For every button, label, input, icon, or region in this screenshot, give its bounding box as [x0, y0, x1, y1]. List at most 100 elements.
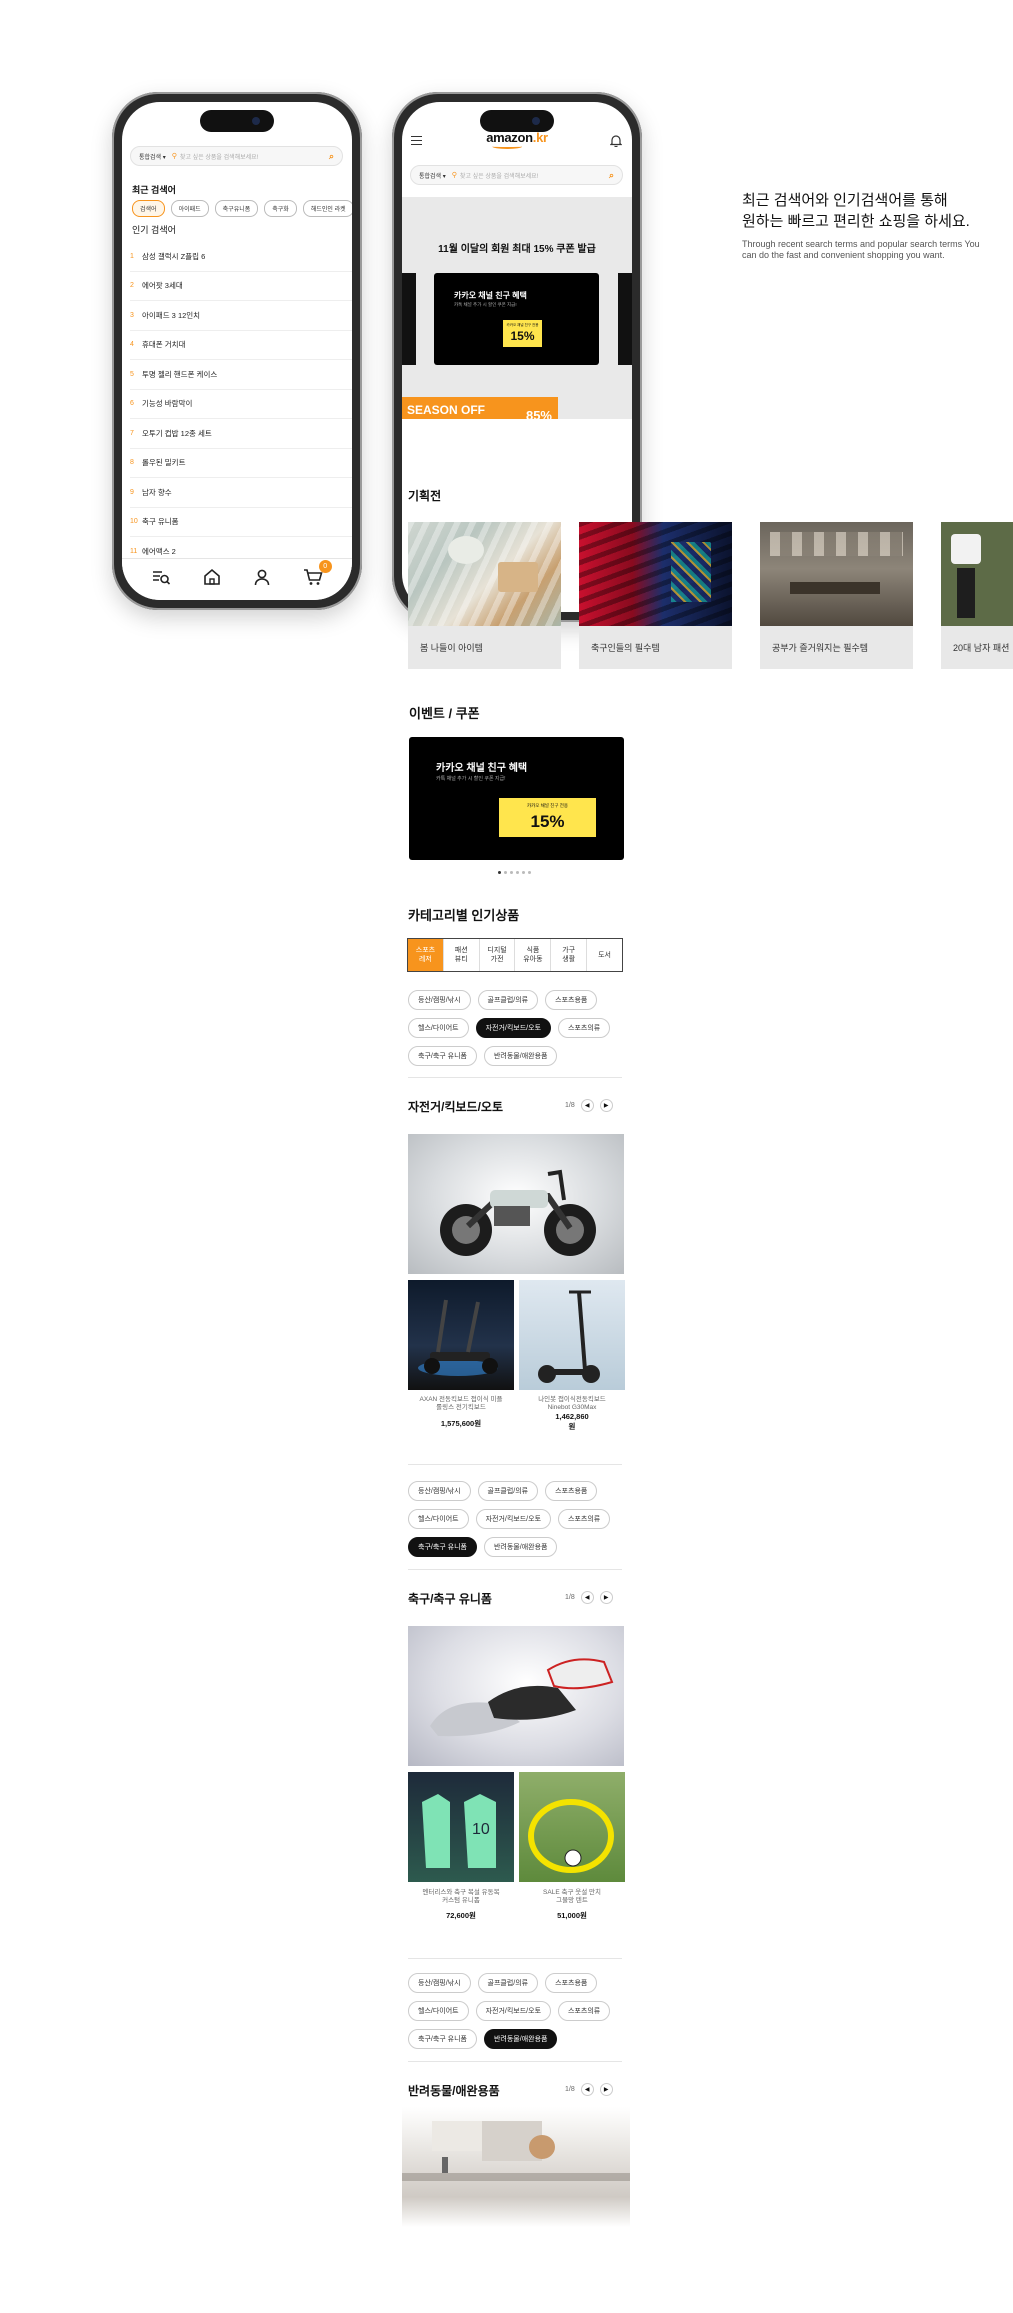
- event-pagination[interactable]: [498, 871, 531, 874]
- list-item[interactable]: 5 투명 젤리 핸드폰 케이스: [130, 360, 352, 390]
- amazon-logo[interactable]: amazon.kr: [486, 130, 548, 149]
- subcategory-tag[interactable]: 스포츠용품: [545, 1973, 598, 1993]
- next-button[interactable]: ▶: [599, 1099, 613, 1112]
- tab-books[interactable]: 도서: [586, 939, 622, 971]
- tab-digital[interactable]: 디지털 가전: [478, 939, 515, 971]
- list-item[interactable]: 6 기능성 바람막이: [130, 390, 352, 419]
- tab-food[interactable]: 식품 유아동: [514, 939, 550, 971]
- subcategory-tag[interactable]: 반려동물/애완용품: [483, 1537, 558, 1557]
- home-icon[interactable]: [201, 566, 223, 588]
- list-item[interactable]: 9 남자 향수: [130, 478, 352, 508]
- recent-chip[interactable]: 해드인인 라켓: [302, 200, 352, 217]
- product-hero-image[interactable]: [408, 1134, 624, 1274]
- event-coupon-card[interactable]: 카카오 채널 친구 혜택 카톡 채널 추가 시 할인 쿠폰 지급! 카카오 채널…: [409, 737, 624, 860]
- product-hero-image[interactable]: [408, 1626, 624, 1766]
- search-scope-select[interactable]: 통합검색 ▾: [139, 152, 166, 161]
- kickboard-image: [418, 1299, 498, 1376]
- product-image[interactable]: [408, 1280, 514, 1390]
- recent-chip[interactable]: 축구유니폼: [214, 200, 259, 217]
- tab-furniture[interactable]: 가구 생활: [550, 939, 586, 971]
- recent-search-title: 최근 검색어: [132, 185, 176, 195]
- search-icon[interactable]: ⌕: [609, 170, 614, 181]
- exhibition-card[interactable]: 20대 남자 패션: [941, 522, 1013, 669]
- recent-chip[interactable]: 검색어: [132, 200, 165, 217]
- exhibition-card[interactable]: 공부가 즐거워지는 필수템: [760, 522, 913, 669]
- subcategory-tag[interactable]: 스포츠용품: [545, 1481, 598, 1501]
- user-icon[interactable]: [251, 566, 273, 588]
- kakao-coupon-card[interactable]: 카카오 채널 친구 혜택 카톡 채널 추가 시 할인 쿠폰 지급! 카카오 채널…: [434, 273, 599, 365]
- next-button[interactable]: ▶: [599, 2083, 613, 2096]
- soccer-cleats-image: [430, 1658, 614, 1737]
- pagination-dot[interactable]: [498, 871, 501, 874]
- tab-sports[interactable]: 스포츠 레저: [408, 939, 443, 971]
- subcategory-tag[interactable]: 반려동물/애완용품: [483, 1046, 558, 1066]
- list-item[interactable]: 2 에어팟 3세대: [130, 272, 352, 301]
- product-hero-image[interactable]: [402, 2107, 630, 2227]
- subcategory-tag[interactable]: 자전거/킥보드/오토: [475, 1018, 552, 1038]
- subcategory-tag[interactable]: 자전거/킥보드/오토: [475, 1509, 552, 1529]
- subcategory-tag[interactable]: 축구/축구 유니폼: [408, 1046, 477, 1066]
- product-price: 1,462,860 원: [555, 1412, 589, 1431]
- subcategory-tag[interactable]: 골프클럽/의류: [477, 1481, 539, 1501]
- subcategory-tag[interactable]: 스포츠의류: [558, 2001, 611, 2021]
- category-search-icon[interactable]: [150, 566, 172, 588]
- product-image[interactable]: [519, 1280, 625, 1390]
- exhibition-card[interactable]: 축구인들의 필수템: [579, 522, 732, 669]
- exhibition-card-label: 봄 나들이 아이템: [420, 643, 483, 653]
- search-bar[interactable]: 통합검색 ▾ ⚲ 찾고 싶은 상품을 검색해보세요! ⌕: [410, 165, 623, 185]
- product-price: 51,000원: [557, 1911, 587, 1920]
- subcategory-tag[interactable]: 헬스/다이어트: [408, 2001, 469, 2021]
- divider: [408, 1569, 622, 1570]
- tab-fashion[interactable]: 패션 뷰티: [442, 939, 479, 971]
- subcategory-tag[interactable]: 헬스/다이어트: [408, 1509, 469, 1529]
- subcategory-tag[interactable]: 스포츠의류: [558, 1018, 611, 1038]
- subcategory-tag[interactable]: 반려동물/애완용품: [483, 2029, 558, 2049]
- subcategory-tag[interactable]: 자전거/킥보드/오토: [475, 2001, 552, 2021]
- list-item[interactable]: 3 아이패드 3 12인치: [130, 301, 352, 331]
- subcategory-tag[interactable]: 축구/축구 유니폼: [408, 2029, 477, 2049]
- pagination-dot[interactable]: [504, 871, 507, 874]
- product-image[interactable]: 10: [408, 1772, 514, 1882]
- bell-icon[interactable]: [609, 134, 623, 152]
- search-scope-select[interactable]: 통합검색 ▾: [419, 171, 446, 180]
- recent-search-chips: 검색어 아이패드 축구유니폼 축구화 해드인인 라켓: [132, 200, 352, 217]
- pagination-dot[interactable]: [516, 871, 519, 874]
- list-item[interactable]: 7 오투기 컵밥 12종 세트: [130, 419, 352, 449]
- search-input[interactable]: 찾고 싶은 상품을 검색해보세요!: [460, 171, 609, 180]
- search-bar[interactable]: 통합검색 ▾ ⚲ 찾고 싶은 상품을 검색해보세요! ⌕: [130, 146, 343, 166]
- product-image[interactable]: [519, 1772, 625, 1882]
- cart-icon[interactable]: 0: [302, 559, 332, 588]
- location-pin-icon: ⚲: [171, 153, 177, 160]
- list-item[interactable]: 10 축구 유니폼: [130, 508, 352, 537]
- subcategory-tag[interactable]: 등산/캠핑/낚시: [408, 1481, 471, 1501]
- divider: [408, 1077, 622, 1078]
- list-item[interactable]: 1 삼성 갤럭시 Z플립 6: [130, 242, 352, 272]
- subcategory-tag[interactable]: 등산/캠핑/낚시: [408, 990, 471, 1010]
- subcategory-tag[interactable]: 축구/축구 유니폼: [408, 1537, 477, 1557]
- subcategory-tag[interactable]: 스포츠용품: [545, 990, 598, 1010]
- pagination-dot[interactable]: [522, 871, 525, 874]
- pagination-dot[interactable]: [528, 871, 531, 874]
- subcategory-tag[interactable]: 골프클럽/의류: [477, 1973, 539, 1993]
- recent-chip[interactable]: 아이패드: [170, 200, 209, 217]
- subcategory-tag[interactable]: 골프클럽/의류: [477, 990, 539, 1010]
- hero-next-card: [618, 273, 632, 365]
- popular-search-title: 인기 검색어: [132, 225, 176, 235]
- pagination-dot[interactable]: [510, 871, 513, 874]
- prev-button[interactable]: ◀: [580, 1099, 594, 1112]
- hero-banner[interactable]: 11월 이달의 회원 최대 15% 쿠폰 발급 카카오 채널 친구 혜택 카톡 …: [402, 197, 632, 435]
- subcategory-tag[interactable]: 헬스/다이어트: [408, 1018, 469, 1038]
- recent-chip[interactable]: 축구화: [264, 200, 297, 217]
- subcategory-tag[interactable]: 등산/캠핑/낚시: [408, 1973, 471, 1993]
- next-button[interactable]: ▶: [599, 1591, 613, 1604]
- list-item[interactable]: 4 휴대폰 거치대: [130, 331, 352, 360]
- prev-button[interactable]: ◀: [580, 1591, 594, 1604]
- list-item[interactable]: 8 롤우된 밀키트: [130, 449, 352, 478]
- search-icon[interactable]: ⌕: [329, 151, 334, 162]
- menu-icon[interactable]: [411, 136, 422, 145]
- subcategory-tag[interactable]: 스포츠의류: [558, 1509, 611, 1529]
- prev-button[interactable]: ◀: [580, 2083, 594, 2096]
- exhibition-card[interactable]: 봄 나들이 아이템: [408, 522, 561, 669]
- search-input[interactable]: 찾고 싶은 상품을 검색해보세요!: [180, 152, 329, 161]
- exhibition-card-label: 20대 남자 패션: [953, 643, 1010, 653]
